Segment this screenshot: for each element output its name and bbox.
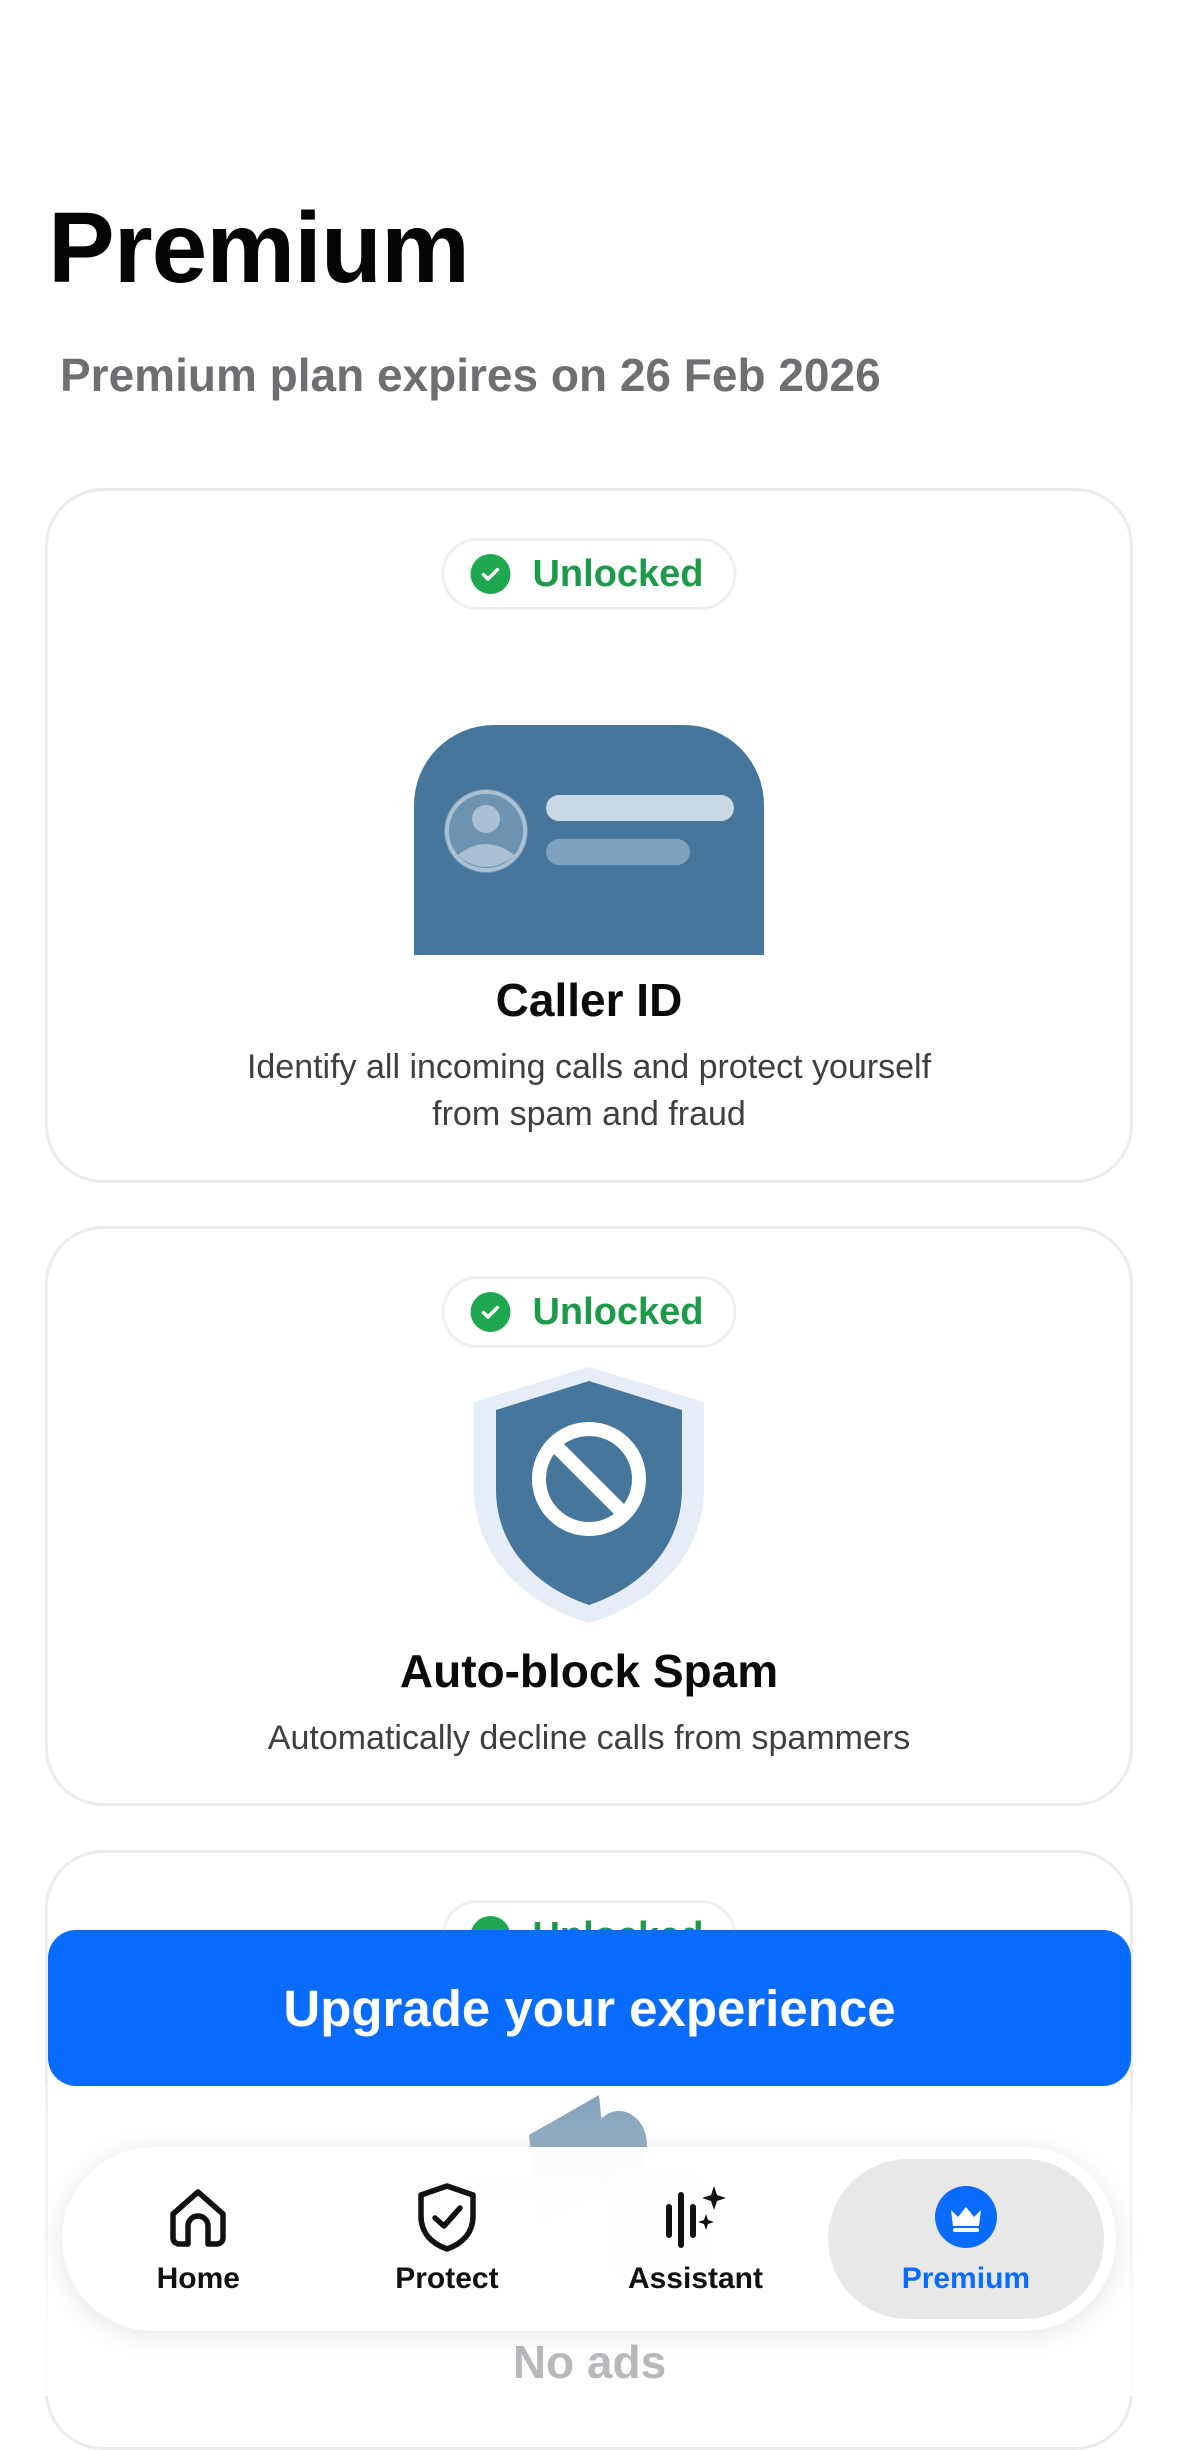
bottom-nav: Home Protect Assistant Premium [62, 2147, 1116, 2331]
home-icon [163, 2182, 233, 2252]
check-icon [470, 1292, 511, 1332]
assistant-sparkle-icon [660, 2182, 730, 2252]
check-icon [470, 554, 511, 594]
crown-icon [931, 2182, 1001, 2252]
feature-description: Identify all incoming calls and protect … [246, 1048, 932, 1133]
nav-item-premium[interactable]: Premium [827, 2159, 1104, 2319]
nav-item-assistant[interactable]: Assistant [571, 2159, 820, 2319]
feature-title: Auto-block Spam [399, 1645, 779, 1697]
auto-block-spam-card[interactable]: Unlocked Auto-block Spam Automatically d… [45, 1226, 1133, 1806]
unlocked-badge: Unlocked [441, 538, 737, 610]
feature-title: No ads [512, 2336, 667, 2388]
upgrade-button[interactable]: Upgrade your experience [48, 1930, 1131, 2086]
caller-id-card-icon [414, 725, 764, 955]
feature-description: Automatically decline calls from spammer… [267, 1719, 911, 1757]
page-title: Premium [48, 192, 470, 304]
feature-title: Caller ID [495, 974, 683, 1026]
unlocked-badge: Unlocked [441, 1276, 737, 1348]
nav-item-protect[interactable]: Protect [323, 2159, 572, 2319]
plan-expiry-text: Premium plan expires on 26 Feb 2026 [60, 349, 881, 401]
shield-check-icon [412, 2182, 482, 2252]
nav-item-home[interactable]: Home [74, 2159, 323, 2319]
shield-block-icon [474, 1367, 704, 1623]
caller-id-card[interactable]: Unlocked Caller ID Identify all incoming… [45, 488, 1133, 1183]
